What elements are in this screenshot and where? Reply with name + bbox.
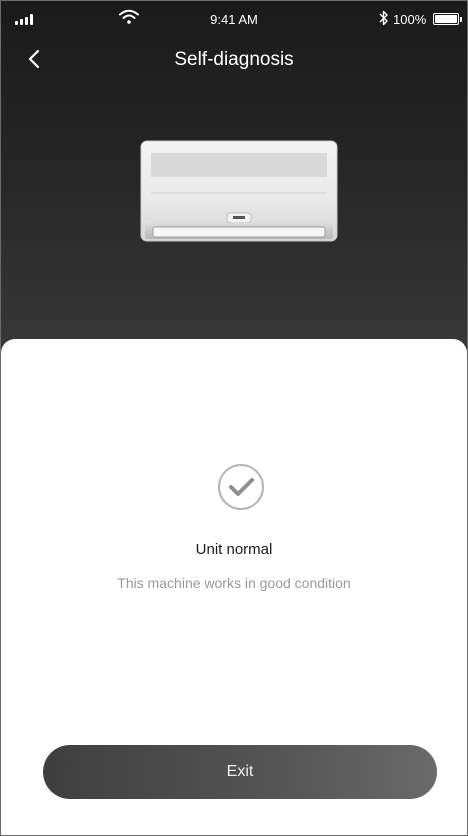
app-screen: 9:41 AM 100% Self-diagnosis Unit normal … <box>0 0 468 836</box>
battery-percent: 100% <box>393 12 427 27</box>
battery-icon <box>433 13 462 25</box>
bluetooth-icon <box>379 10 388 26</box>
page-title: Self-diagnosis <box>174 49 294 70</box>
result-title: Unit normal <box>195 541 273 558</box>
check-circle-icon <box>218 464 264 510</box>
status-bar: 9:41 AM 100% <box>1 1 467 37</box>
result-description: This machine works in good condition <box>117 575 351 591</box>
exit-button[interactable]: Exit <box>43 745 437 799</box>
air-conditioner-illustration <box>140 140 338 242</box>
header-background: 9:41 AM 100% Self-diagnosis <box>1 1 467 371</box>
